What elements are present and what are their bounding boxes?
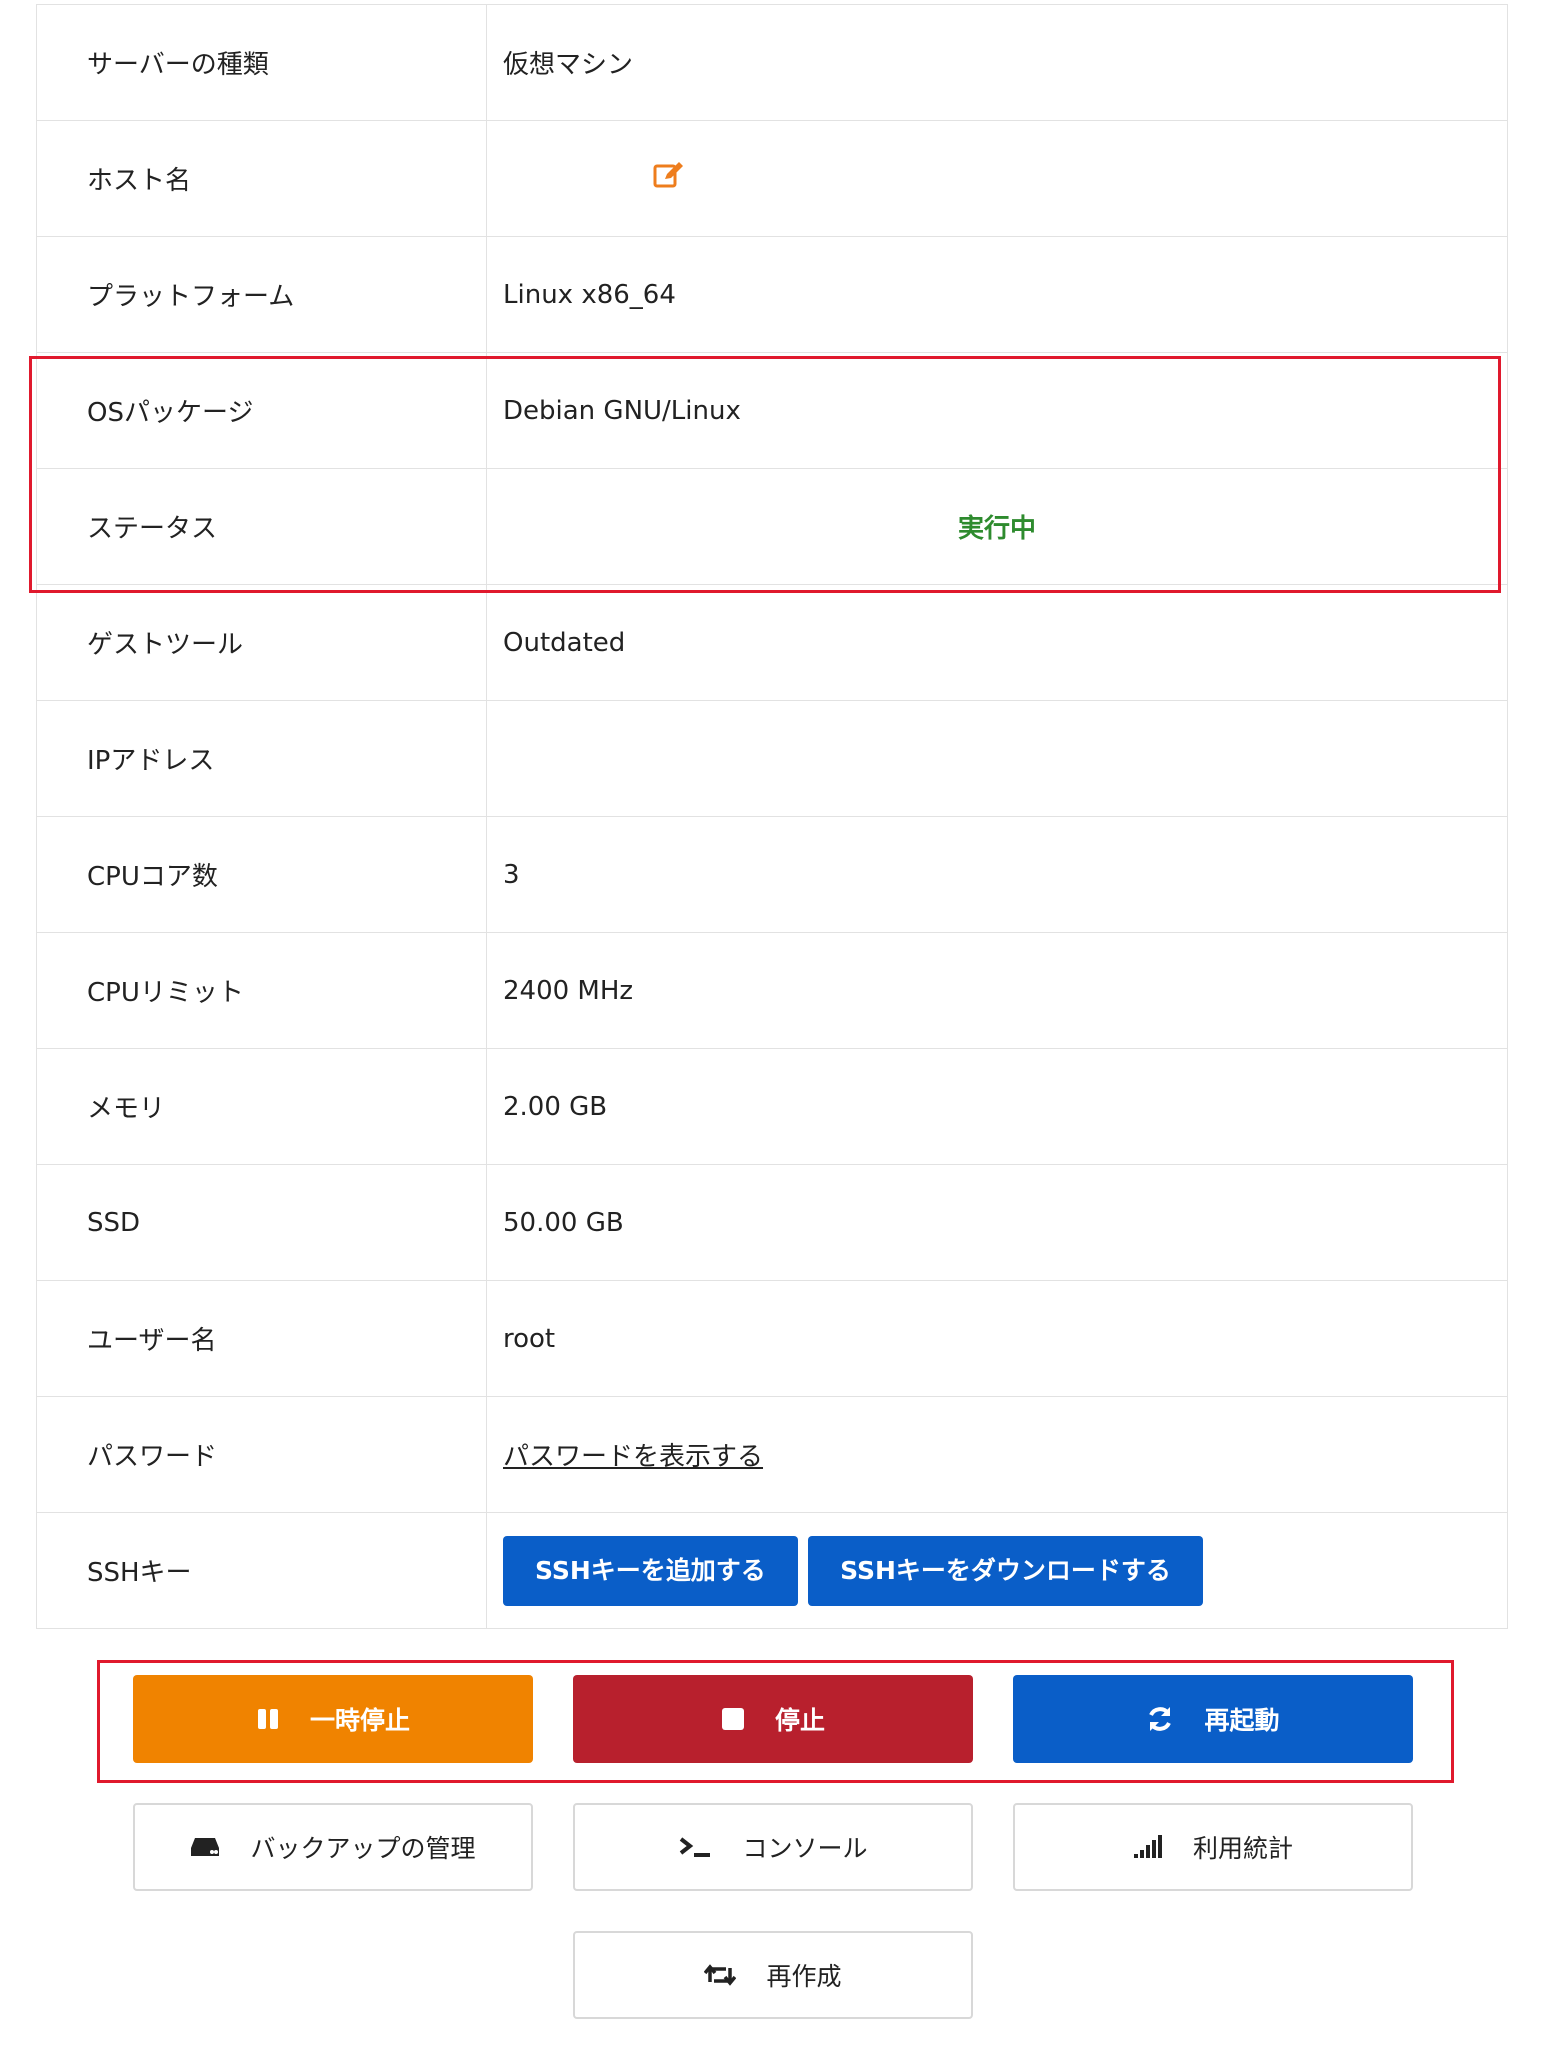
row-guest-tools: ゲストツール Outdated bbox=[36, 584, 1508, 701]
row-ssh-key: SSHキー SSHキーを追加する SSHキーをダウンロードする bbox=[36, 1512, 1508, 1629]
row-value-ssh: SSHキーを追加する SSHキーをダウンロードする bbox=[486, 1512, 1508, 1629]
row-label: IPアドレス bbox=[36, 700, 487, 817]
recreate-button[interactable]: 再作成 bbox=[573, 1931, 973, 2019]
show-password-link[interactable]: パスワードを表示する bbox=[503, 1442, 763, 1472]
row-ssd: SSD 50.00 GB bbox=[36, 1164, 1508, 1281]
row-value: 仮想マシン bbox=[486, 4, 1508, 121]
server-info-table: サーバーの種類 仮想マシン ホスト名 プラットフォーム Linux x86_64… bbox=[36, 4, 1508, 1629]
console-label: コンソール bbox=[742, 1834, 868, 1863]
row-username: ユーザー名 root bbox=[36, 1280, 1508, 1397]
download-ssh-key-button[interactable]: SSHキーをダウンロードする bbox=[808, 1535, 1203, 1606]
stop-icon bbox=[721, 1707, 745, 1731]
row-label: サーバーの種類 bbox=[36, 4, 487, 121]
row-memory: メモリ 2.00 GB bbox=[36, 1048, 1508, 1165]
pause-label: 一時停止 bbox=[309, 1706, 410, 1735]
row-value: 50.00 GB bbox=[486, 1164, 1508, 1281]
row-server-type: サーバーの種類 仮想マシン bbox=[36, 4, 1508, 121]
row-value: 2.00 GB bbox=[486, 1048, 1508, 1165]
signal-bars-icon bbox=[1133, 1835, 1163, 1859]
retweet-icon bbox=[704, 1964, 737, 1986]
row-value: Linux x86_64 bbox=[486, 236, 1508, 353]
row-label: CPUコア数 bbox=[36, 816, 487, 933]
edit-icon[interactable] bbox=[653, 161, 685, 196]
restart-label: 再起動 bbox=[1204, 1706, 1280, 1735]
row-platform: プラットフォーム Linux x86_64 bbox=[36, 236, 1508, 353]
stats-label: 利用統計 bbox=[1192, 1834, 1293, 1863]
row-ip-address: IPアドレス bbox=[36, 700, 1508, 817]
backup-label: バックアップの管理 bbox=[250, 1834, 476, 1863]
row-label: メモリ bbox=[36, 1048, 487, 1165]
row-password: パスワード パスワードを表示する bbox=[36, 1396, 1508, 1513]
pause-button[interactable]: 一時停止 bbox=[133, 1675, 533, 1763]
row-value: root bbox=[486, 1280, 1508, 1397]
row-label: プラットフォーム bbox=[36, 236, 487, 353]
pause-icon bbox=[256, 1707, 280, 1731]
row-cpu-cores: CPUコア数 3 bbox=[36, 816, 1508, 933]
restart-button[interactable]: 再起動 bbox=[1013, 1675, 1413, 1763]
hard-drive-icon bbox=[190, 1836, 220, 1858]
row-label: ホスト名 bbox=[36, 120, 487, 237]
backup-management-button[interactable]: バックアップの管理 bbox=[133, 1803, 533, 1891]
highlight-box-os-status bbox=[29, 356, 1501, 593]
terminal-icon bbox=[678, 1835, 712, 1859]
console-button[interactable]: コンソール bbox=[573, 1803, 973, 1891]
row-value-hostname bbox=[486, 120, 1508, 237]
stop-label: 停止 bbox=[774, 1706, 825, 1735]
usage-stats-button[interactable]: 利用統計 bbox=[1013, 1803, 1413, 1891]
refresh-icon bbox=[1146, 1705, 1174, 1733]
row-value: Outdated bbox=[486, 584, 1508, 701]
row-value bbox=[486, 700, 1508, 817]
row-value-password: パスワードを表示する bbox=[486, 1396, 1508, 1513]
row-label: パスワード bbox=[36, 1396, 487, 1513]
recreate-label: 再作成 bbox=[766, 1962, 842, 1991]
add-ssh-key-button[interactable]: SSHキーを追加する bbox=[503, 1535, 798, 1606]
row-value: 2400 MHz bbox=[486, 932, 1508, 1049]
row-label: ユーザー名 bbox=[36, 1280, 487, 1397]
row-cpu-limit: CPUリミット 2400 MHz bbox=[36, 932, 1508, 1049]
row-value: 3 bbox=[486, 816, 1508, 933]
row-label: SSHキー bbox=[36, 1512, 487, 1629]
row-label: ゲストツール bbox=[36, 584, 487, 701]
row-label: SSD bbox=[36, 1164, 487, 1281]
row-hostname: ホスト名 bbox=[36, 120, 1508, 237]
stop-button[interactable]: 停止 bbox=[573, 1675, 973, 1763]
row-label: CPUリミット bbox=[36, 932, 487, 1049]
